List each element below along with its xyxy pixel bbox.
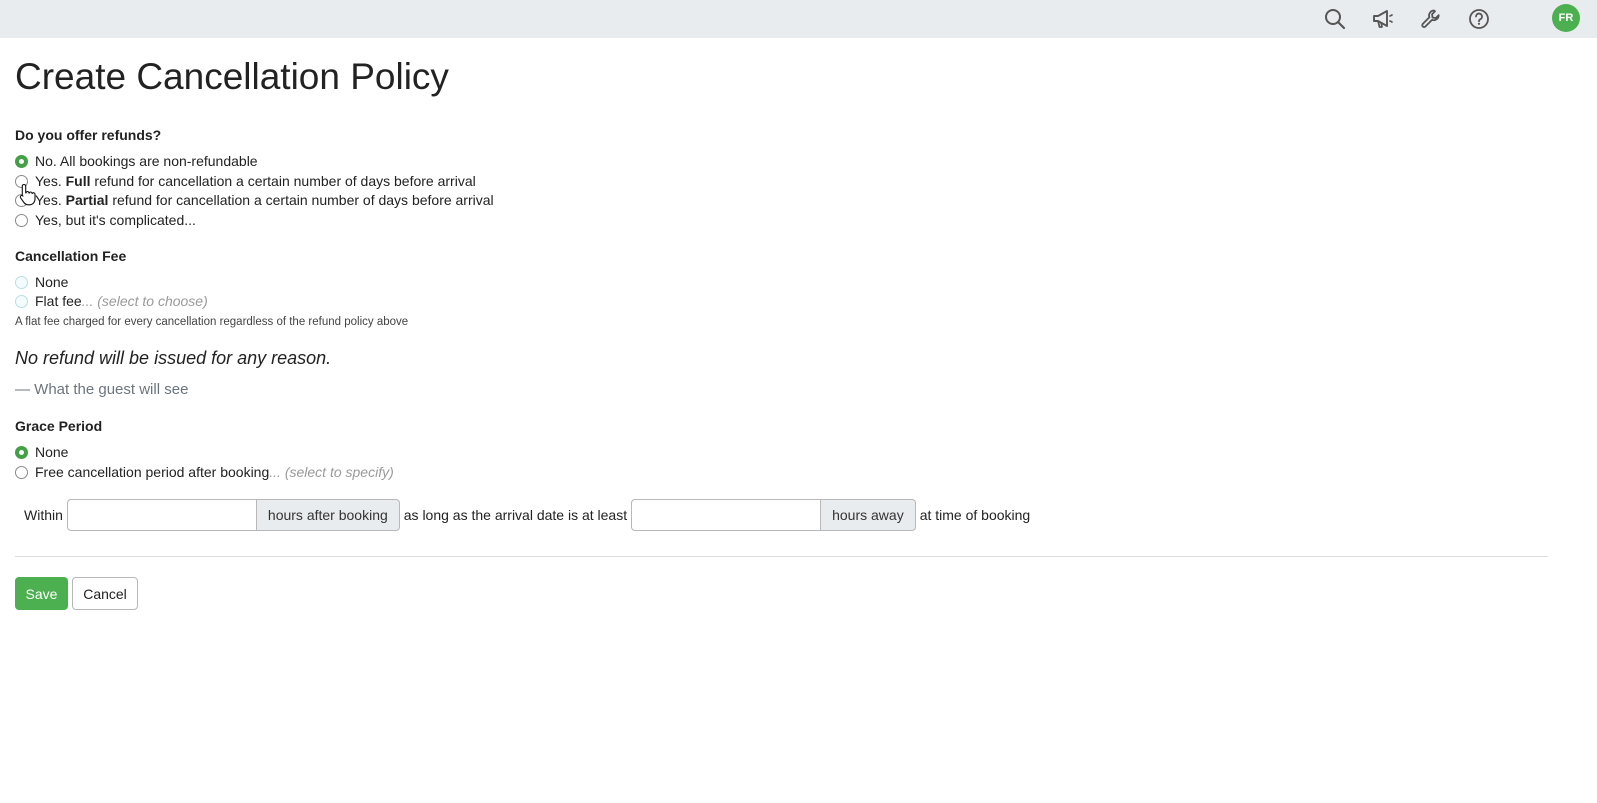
refund-option-pre: Yes. <box>35 173 66 189</box>
avatar[interactable]: FR <box>1552 4 1580 32</box>
hours-after-booking-input[interactable] <box>66 499 256 531</box>
refund-option-text: Yes, but it's complicated... <box>35 212 196 228</box>
radio-grace-none[interactable] <box>15 445 28 459</box>
grace-period-row: Within hours after booking as long as th… <box>24 499 1030 531</box>
grace-option-text: Free cancellation period after booking <box>35 464 270 480</box>
policy-preview-caption: — What the guest will see <box>15 381 189 398</box>
megaphone-icon[interactable] <box>1369 5 1397 33</box>
refund-option-post: refund for cancellation a certain number… <box>90 173 476 189</box>
grace-option-hint: ... (select to specify) <box>269 464 394 480</box>
radio-partial-refund[interactable] <box>15 193 28 207</box>
radio-non-refundable[interactable] <box>15 154 28 168</box>
grace-period-label: Grace Period <box>15 418 103 434</box>
hours-away-group: hours away <box>631 499 916 531</box>
help-icon[interactable] <box>1465 5 1493 33</box>
within-label: Within <box>24 507 63 523</box>
refund-option-text: No. All bookings are non-refundable <box>35 153 258 169</box>
cancel-button[interactable]: Cancel <box>72 577 138 610</box>
divider <box>15 556 1548 557</box>
refund-option-full[interactable]: Yes. Full refund for cancellation a cert… <box>15 172 476 190</box>
hours-away-addon: hours away <box>820 499 916 531</box>
search-icon[interactable] <box>1321 5 1349 33</box>
refunds-label: Do you offer refunds? <box>15 127 162 143</box>
hours-after-booking-group: hours after booking <box>66 499 400 531</box>
fee-option-text: Flat fee <box>35 293 82 309</box>
refund-option-post: refund for cancellation a certain number… <box>108 192 494 208</box>
save-button[interactable]: Save <box>15 577 68 610</box>
wrench-icon[interactable] <box>1417 5 1445 33</box>
fee-option-text: None <box>35 274 69 290</box>
radio-full-refund[interactable] <box>15 174 28 188</box>
grace-option-free[interactable]: Free cancellation period after booking .… <box>15 463 394 481</box>
radio-complicated[interactable] <box>15 213 28 227</box>
refund-option-non-refundable[interactable]: No. All bookings are non-refundable <box>15 152 258 170</box>
hours-after-booking-addon: hours after booking <box>255 499 400 531</box>
fee-option-flat[interactable]: Flat fee ... (select to choose) <box>15 292 208 310</box>
hours-away-input[interactable] <box>631 499 821 531</box>
time-of-booking-label: at time of booking <box>919 507 1031 523</box>
radio-fee-none[interactable] <box>15 275 28 289</box>
page-title: Create Cancellation Policy <box>15 56 449 97</box>
grace-option-none[interactable]: None <box>15 443 68 461</box>
refund-option-bold: Partial <box>65 192 109 208</box>
refund-option-pre: Yes. <box>35 192 66 208</box>
cancellation-fee-label: Cancellation Fee <box>15 248 127 264</box>
fee-help-text: A flat fee charged for every cancellatio… <box>15 316 409 328</box>
refund-option-bold: Full <box>65 173 91 189</box>
grace-option-text: None <box>35 444 69 460</box>
arrival-condition-label: as long as the arrival date is at least <box>403 507 628 523</box>
fee-option-hint: ... (select to choose) <box>81 293 208 309</box>
refund-option-complicated[interactable]: Yes, but it's complicated... <box>15 211 196 229</box>
refund-option-partial[interactable]: Yes. Partial refund for cancellation a c… <box>15 191 494 209</box>
fee-option-none[interactable]: None <box>15 273 68 291</box>
top-bar: FR <box>0 0 1597 38</box>
radio-fee-flat[interactable] <box>15 294 28 308</box>
radio-grace-free[interactable] <box>15 465 28 479</box>
policy-preview-text: No refund will be issued for any reason. <box>15 348 332 368</box>
